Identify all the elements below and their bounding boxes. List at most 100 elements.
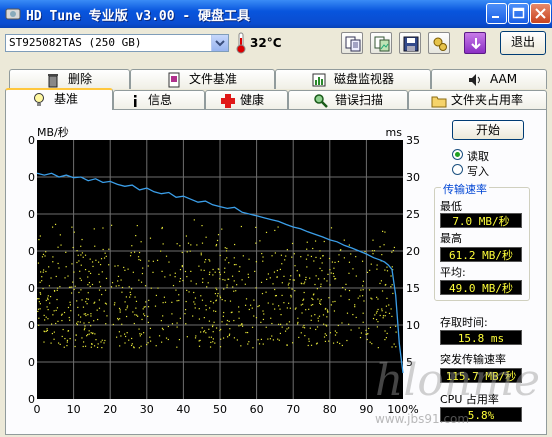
close-button[interactable] (530, 3, 551, 24)
tab-disk-monitor[interactable]: 磁盘监视器 (275, 69, 431, 89)
access-time-point (69, 337, 71, 340)
access-time-point (383, 244, 385, 246)
access-time-point (50, 323, 53, 325)
access-time-point (217, 292, 219, 295)
save-button[interactable] (399, 32, 421, 54)
access-time-point (319, 302, 321, 304)
access-time-point (324, 340, 327, 343)
tab-benchmark[interactable]: 基准 (5, 88, 113, 110)
access-time-point (323, 240, 325, 243)
access-time-point (337, 324, 339, 327)
title-bar: HD Tune 专业版 v3.00 - 硬盘工具 (0, 0, 552, 28)
access-time-point (288, 282, 290, 284)
access-time-point (73, 288, 75, 291)
access-time-point (325, 334, 328, 336)
access-time-point (247, 276, 250, 278)
access-time-point (311, 297, 313, 300)
access-time-point (238, 311, 240, 313)
access-time-point (332, 342, 335, 344)
tab-aam[interactable]: AAM (431, 69, 547, 89)
options-button[interactable] (428, 32, 450, 54)
y-right-ticks: 5 10 15 20 25 30 35 (406, 134, 420, 369)
access-time-point (39, 303, 41, 305)
minimize-button[interactable] (486, 3, 507, 24)
access-time-point (381, 308, 383, 310)
tab-health[interactable]: 健康 (205, 90, 288, 110)
tab-error-scan[interactable]: 错误扫描 (288, 90, 408, 110)
access-time-point (124, 301, 126, 303)
access-time-point (228, 334, 230, 336)
access-time-point (179, 268, 182, 271)
access-time-point (78, 260, 80, 262)
exit-button[interactable]: 退出 (500, 31, 546, 55)
access-time-point (129, 296, 131, 298)
access-time-point (223, 288, 225, 290)
access-time-point (118, 285, 120, 287)
access-time-point (207, 282, 209, 284)
access-time-point (47, 309, 49, 311)
lightbulb-icon (34, 93, 44, 106)
tab-erase[interactable]: 删除 (9, 69, 130, 89)
access-time-point (41, 256, 44, 258)
access-time-point (53, 310, 55, 312)
drive-select[interactable]: ST925082TAS (250 GB) (5, 34, 229, 52)
access-time-point (348, 289, 351, 292)
access-time-point (108, 248, 110, 250)
access-time-point (101, 339, 103, 341)
access-time-point (333, 267, 335, 269)
access-time-point (48, 266, 50, 268)
access-time-point (283, 275, 285, 277)
y-right-tick-label: 5 (406, 356, 413, 369)
copy-text-button[interactable] (341, 32, 363, 54)
access-time-point (124, 342, 126, 344)
access-time-point (80, 264, 82, 266)
info-icon (134, 95, 137, 107)
access-time-point (320, 303, 322, 305)
access-time-point (248, 341, 250, 343)
y-left-tick-label: 50 (28, 208, 35, 221)
burst-rate-value: 115.7 MB/秒 (440, 368, 522, 383)
access-time-point (302, 303, 304, 305)
access-time-point (102, 248, 104, 251)
access-time-point (54, 223, 57, 226)
access-time-point (302, 326, 304, 328)
read-radio[interactable]: 读取 (452, 148, 532, 163)
access-time-point (310, 344, 313, 346)
y-left-tick-label: 20 (28, 319, 35, 332)
access-time-point (91, 343, 93, 345)
access-time-point (90, 313, 92, 315)
access-time-point (71, 263, 73, 265)
tab-folder-usage[interactable]: 文件夹占用率 (408, 90, 547, 110)
access-time-point (101, 293, 103, 296)
access-time-point (265, 326, 267, 328)
access-time-point (228, 262, 230, 264)
tab-info[interactable]: 信息 (113, 90, 205, 110)
access-time-point (258, 343, 261, 345)
access-time-point (395, 346, 397, 348)
access-time-point (201, 327, 203, 329)
access-time-point (320, 298, 322, 301)
access-time-point (44, 319, 46, 321)
access-time-point (215, 299, 218, 301)
access-time-point (320, 283, 322, 285)
access-time-point (184, 270, 187, 273)
access-time-point (312, 303, 314, 306)
access-time-point (257, 339, 259, 341)
access-time-point (167, 338, 169, 341)
maximize-button[interactable] (508, 3, 529, 24)
access-time-point (90, 325, 92, 327)
access-time-point (382, 317, 384, 319)
tab-file-benchmark[interactable]: 文件基准 (130, 69, 275, 89)
access-time-point (297, 321, 299, 324)
access-time-point (298, 274, 301, 276)
access-time-point (131, 337, 133, 340)
write-radio[interactable]: 写入 (452, 163, 532, 178)
access-time-point (85, 301, 87, 303)
copy-image-button[interactable] (370, 32, 392, 54)
start-button[interactable]: 开始 (452, 120, 524, 140)
access-time-point (74, 339, 77, 341)
access-time-point (162, 328, 164, 331)
access-time-point (384, 338, 386, 341)
access-time-point (307, 254, 309, 256)
download-button[interactable] (464, 32, 486, 54)
